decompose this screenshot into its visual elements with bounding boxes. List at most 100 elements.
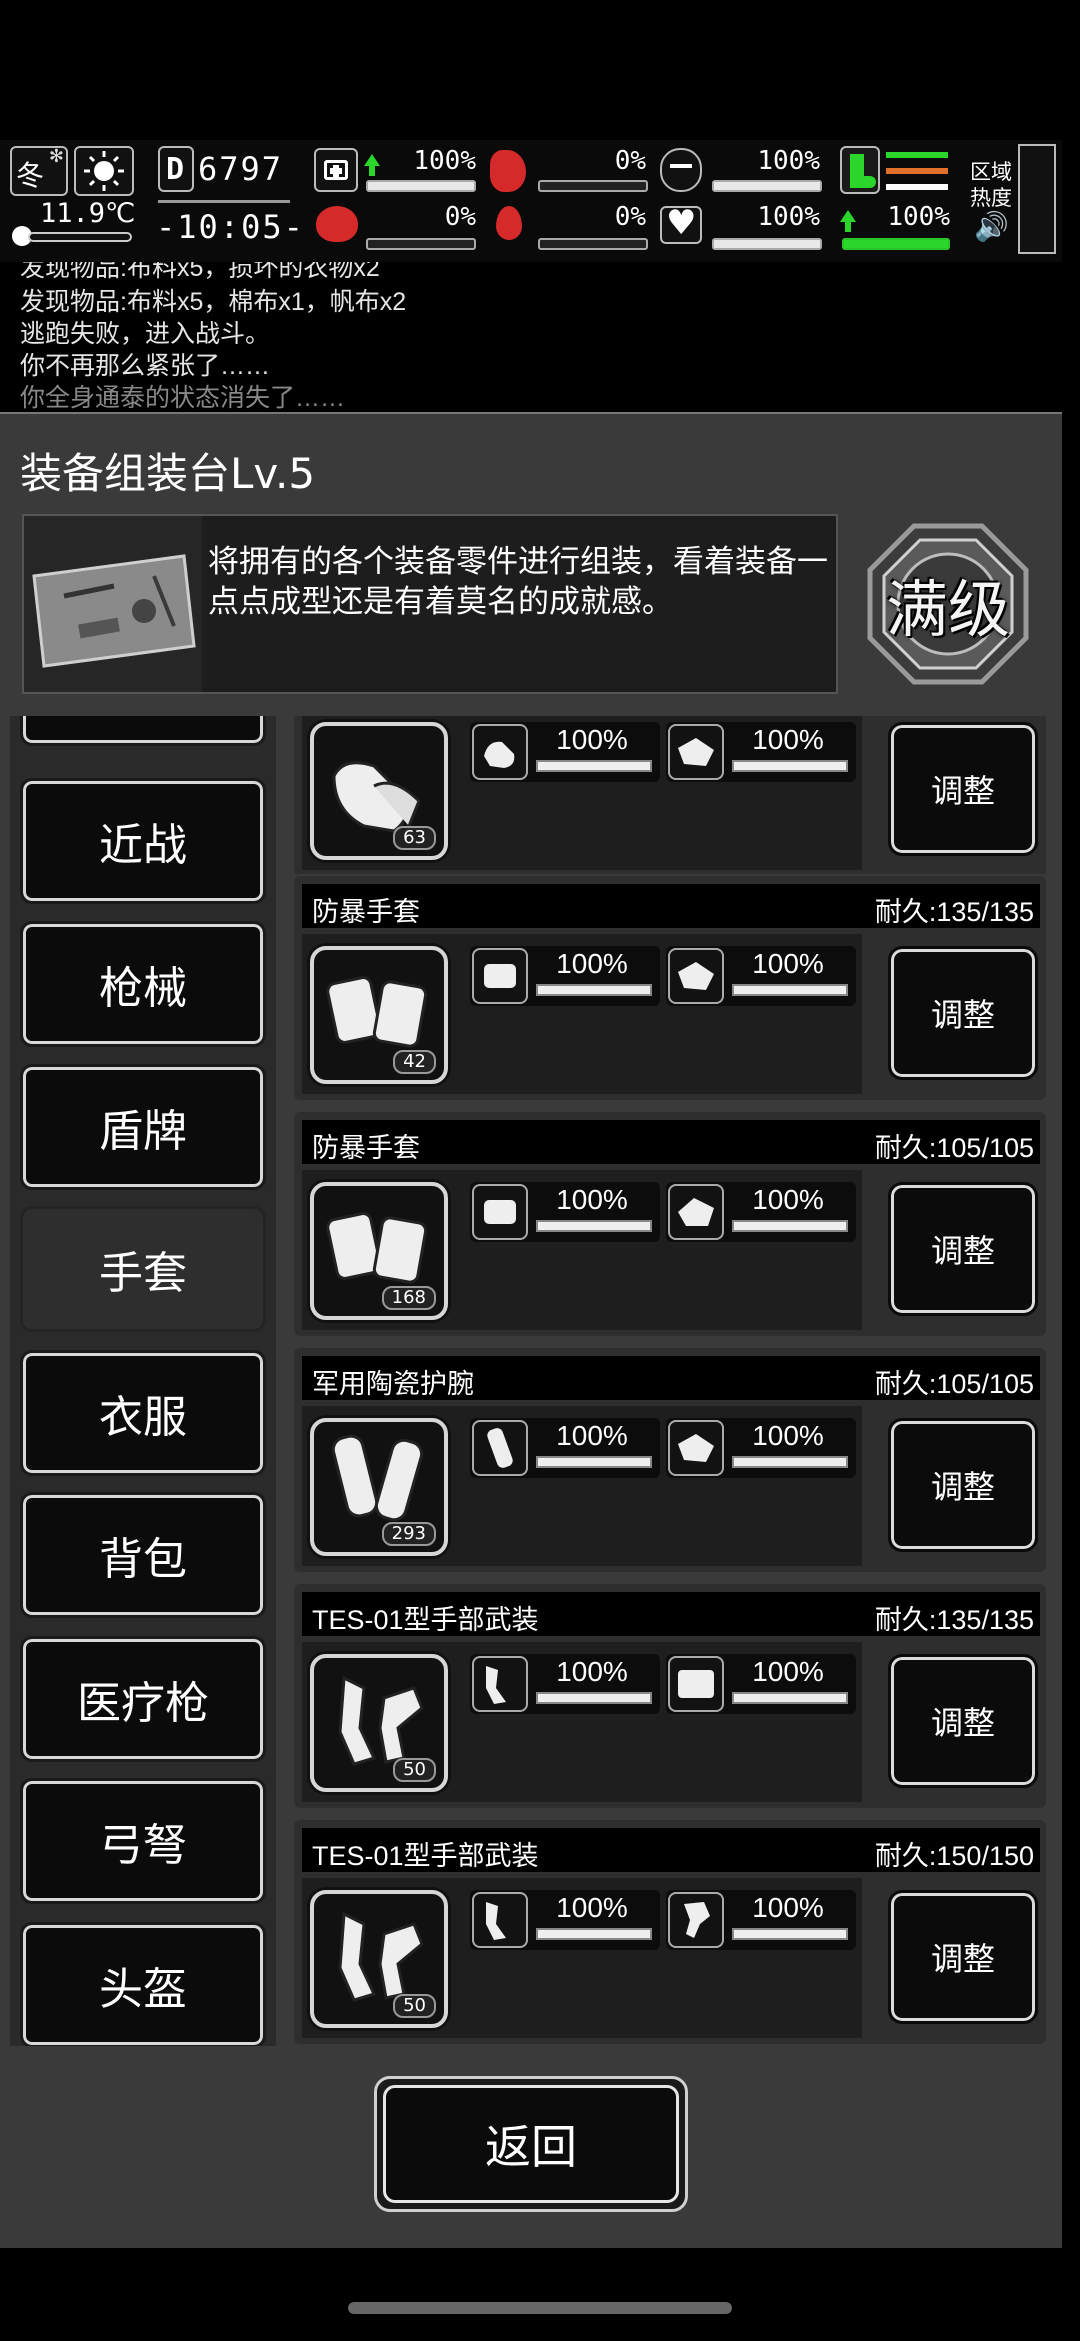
part-bar — [536, 1928, 652, 1940]
day-divider — [158, 200, 290, 203]
claw-part-icon — [668, 1892, 724, 1948]
equipment-card: 防暴手套 耐久:135/135 42 100% 100% 调整 — [292, 874, 1048, 1102]
card-header: TES-01型手部武装 耐久:150/150 — [302, 1828, 1040, 1872]
item-count: 63 — [393, 826, 436, 850]
home-indicator[interactable] — [348, 2302, 732, 2314]
adjust-button[interactable]: 调整 — [888, 946, 1038, 1080]
category-partial[interactable] — [20, 716, 266, 746]
hand-armament-icon: 50 — [310, 1890, 448, 2028]
part-bar — [536, 1692, 652, 1704]
part-durability: 100% — [556, 1656, 628, 1687]
part-slot: 100% — [666, 1418, 856, 1478]
part-bar — [536, 760, 652, 772]
category-melee[interactable]: 近战 — [20, 778, 266, 904]
part-bar — [732, 1692, 848, 1704]
blood-drop-icon — [496, 206, 522, 240]
equipment-card: 军用陶瓷护腕 耐久:105/105 293 100% 100% 调整 — [292, 1346, 1048, 1574]
item-name: 防暴手套 — [312, 897, 420, 927]
riot-gloves-icon: 42 — [310, 946, 448, 1084]
card-header: 军用陶瓷护腕 耐久:105/105 — [302, 1356, 1040, 1400]
max-level-badge: 满级 — [866, 522, 1030, 686]
item-name: TES-01型手部武装 — [312, 1605, 539, 1635]
log-line: 逃跑失败，进入战斗。 — [20, 320, 271, 348]
category-shields[interactable]: 盾牌 — [20, 1064, 266, 1190]
category-backpack[interactable]: 背包 — [20, 1492, 266, 1618]
part-durability: 100% — [556, 1420, 628, 1451]
pad-part-icon — [668, 1184, 724, 1240]
item-name: 防暴手套 — [312, 1133, 420, 1163]
clock: -10:05- — [156, 208, 305, 246]
brain-icon — [316, 206, 358, 242]
stat-hunger-value: 0% — [614, 146, 646, 176]
item-name: TES-01型手部武装 — [312, 1841, 539, 1871]
part-durability: 100% — [556, 948, 628, 979]
log-line: 你不再那么紧张了…… — [20, 352, 271, 380]
panel-title: 装备组装台Lv.5 — [20, 449, 316, 498]
stamina-lines-icon — [886, 152, 948, 192]
snow-icon: ✻ — [48, 146, 64, 167]
adjust-button[interactable]: 调整 — [888, 722, 1038, 856]
adjust-button[interactable]: 调整 — [888, 1890, 1038, 2024]
part-bar — [732, 1456, 848, 1468]
day-counter-box: D — [158, 146, 194, 192]
heart-icon: ♥ — [660, 204, 702, 244]
part-slot: 100% — [470, 1418, 660, 1478]
stat-bleed-value: 0% — [614, 202, 646, 232]
back-button[interactable]: 返回 — [383, 2085, 679, 2203]
item-durability: 耐久:105/105 — [874, 1133, 1034, 1163]
hand-armament-icon: 50 — [310, 1654, 448, 1792]
stat-bladder-value: 100% — [757, 146, 820, 176]
category-sidebar[interactable]: 近战 枪械 盾牌 手套 衣服 背包 医疗枪 弓弩 头盔 — [10, 716, 276, 2046]
card-header: 防暴手套 耐久:105/105 — [302, 1120, 1040, 1164]
glove-item-icon: 63 — [310, 722, 448, 860]
adjust-button[interactable]: 调整 — [888, 1418, 1038, 1552]
part-bar — [732, 984, 848, 996]
part-slot: 100% — [470, 946, 660, 1006]
equipment-card: 防暴手套 耐久:105/105 168 100% 100% 调整 — [292, 1110, 1048, 1338]
part-bar — [536, 1220, 652, 1232]
stat-mood-value: 100% — [757, 202, 820, 232]
part-bar — [732, 1928, 848, 1940]
item-count: 50 — [393, 1758, 436, 1782]
part-slot: 100% — [470, 1654, 660, 1714]
item-durability: 耐久:135/135 — [874, 1605, 1034, 1635]
item-count: 42 — [393, 1050, 436, 1074]
status-bar: 冬 ✻ 11.9℃ D 6797 -10:05- 100% 0% 0% 0% 1… — [0, 140, 1062, 262]
item-durability: 耐久:135/135 — [874, 897, 1034, 927]
message-log: 发现物品:布料x5，损坏的衣物x2 发现物品:布料x5，棉布x1，帆布x2 逃跑… — [0, 262, 1062, 410]
item-durability: 耐久:105/105 — [874, 1369, 1034, 1399]
part-durability: 100% — [752, 1420, 824, 1451]
glove-part-icon — [472, 948, 528, 1004]
max-level-label: 满级 — [885, 573, 1010, 646]
part-slot: 100% — [666, 1890, 856, 1950]
category-clothing[interactable]: 衣服 — [20, 1350, 266, 1476]
stat-bladder-bar — [712, 180, 822, 192]
back-button-frame: 返回 — [374, 2076, 688, 2212]
part-durability: 100% — [556, 724, 628, 755]
equipment-card: 63 100% 100% 调整 — [292, 716, 1048, 878]
boot-icon — [840, 146, 880, 194]
speaker-icon[interactable]: 🔊 — [974, 210, 1009, 243]
category-gloves[interactable]: 手套 — [20, 1206, 266, 1332]
part-durability: 100% — [556, 1184, 628, 1215]
item-name: 军用陶瓷护腕 — [312, 1369, 474, 1399]
part-slot: 100% — [666, 1182, 856, 1242]
pad-part-icon — [668, 948, 724, 1004]
part-slot: 100% — [470, 722, 660, 782]
card-header: 防暴手套 耐久:135/135 — [302, 884, 1040, 928]
category-helmet[interactable]: 头盔 — [20, 1922, 266, 2046]
bladder-icon — [660, 148, 702, 192]
part-durability: 100% — [752, 1892, 824, 1923]
category-crossbow[interactable]: 弓弩 — [20, 1778, 266, 1904]
adjust-button[interactable]: 调整 — [888, 1654, 1038, 1788]
part-bar — [536, 1456, 652, 1468]
stat-mental-bar — [366, 238, 476, 250]
equipment-list[interactable]: 63 100% 100% 调整 防暴手套 耐久:135/135 42 100% — [288, 716, 1050, 2046]
part-durability: 100% — [752, 1184, 824, 1215]
category-medical-gun[interactable]: 医疗枪 — [20, 1636, 266, 1762]
part-slot: 100% — [470, 1890, 660, 1950]
adjust-button[interactable]: 调整 — [888, 1182, 1038, 1316]
part-bar — [732, 760, 848, 772]
category-firearms[interactable]: 枪械 — [20, 921, 266, 1047]
zone-heat-label-2: 热度 — [970, 186, 1012, 210]
